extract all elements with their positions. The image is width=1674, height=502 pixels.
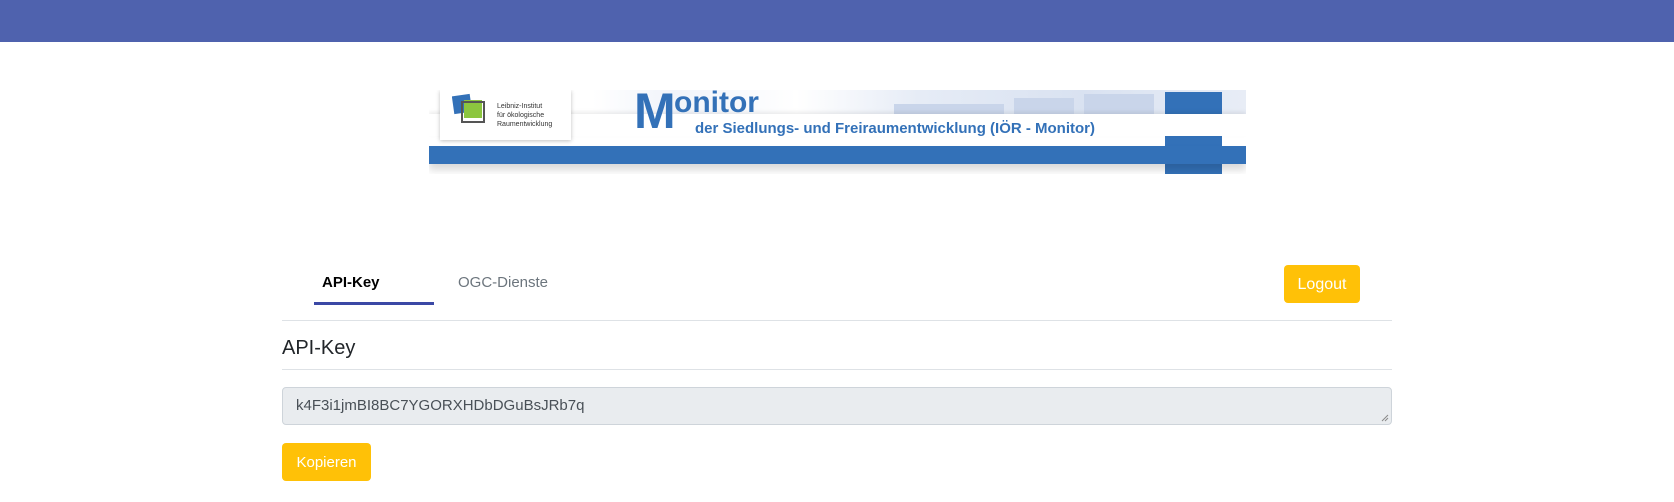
banner-title: onitor <box>674 90 759 119</box>
logout-button[interactable]: Logout <box>1284 265 1360 303</box>
banner-skyline <box>1084 94 1154 114</box>
tab-api-key[interactable]: API-Key <box>314 260 434 305</box>
monitor-banner: Leibniz-Institut für ökologische Raument… <box>429 90 1246 174</box>
divider <box>282 369 1392 370</box>
banner-subtitle: der Siedlungs- und Freiraumentwicklung (… <box>695 120 1096 137</box>
resize-handle-icon[interactable] <box>1381 414 1389 422</box>
top-navbar <box>0 0 1674 42</box>
leibniz-logo: Leibniz-Institut für ökologische Raument… <box>440 90 571 140</box>
banner-title-initial: M <box>634 90 676 139</box>
copy-button[interactable]: Kopieren <box>282 443 371 481</box>
banner-blue-band <box>429 146 1246 164</box>
tab-ogc-dienste[interactable]: OGC-Dienste <box>450 260 556 305</box>
banner-skyline <box>894 104 1004 114</box>
ioer-logo-icon <box>452 93 485 123</box>
api-key-field[interactable]: k4F3i1jmBI8BC7YGORXHDbDGuBsJRb7q <box>282 387 1392 425</box>
section-title: API-Key <box>282 337 356 359</box>
logo-text: Leibniz-Institut für ökologische Raument… <box>497 103 553 128</box>
api-key-value: k4F3i1jmBI8BC7YGORXHDbDGuBsJRb7q <box>296 397 585 414</box>
divider <box>282 320 1392 321</box>
banner-skyline <box>1014 98 1074 114</box>
banner-tower-gap <box>1165 114 1222 136</box>
